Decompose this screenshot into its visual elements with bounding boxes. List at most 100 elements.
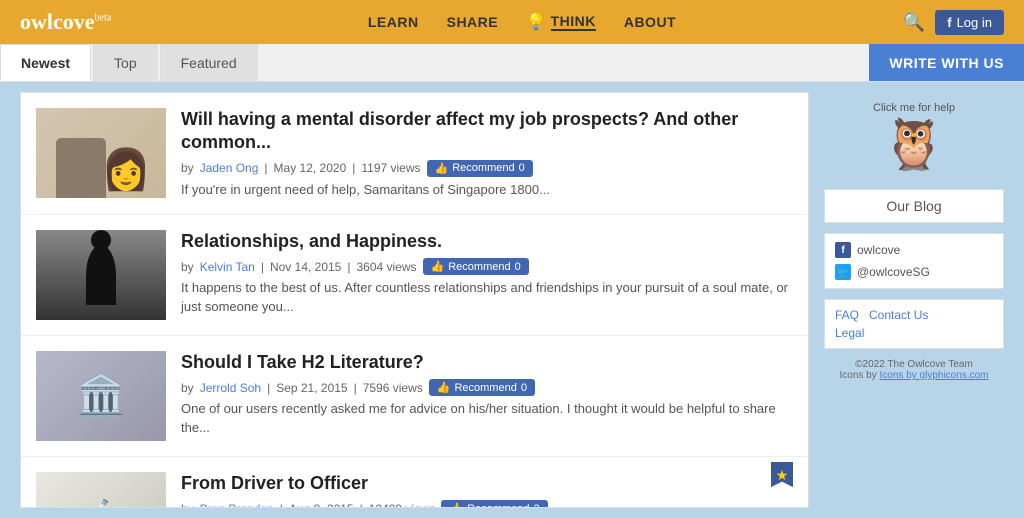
fb-recommend-button[interactable]: 👍 Recommend 2 [441, 500, 547, 508]
separator2: | [352, 161, 355, 175]
fb-recommend-button[interactable]: 👍 Recommend 0 [423, 258, 529, 275]
thumb-inner [36, 230, 166, 320]
by-label: by [181, 161, 194, 175]
separator2: | [354, 381, 357, 395]
tab-newest[interactable]: Newest [0, 44, 91, 81]
fb-recommend-count: 2 [534, 503, 540, 508]
article-date: Nov 14, 2015 [270, 260, 341, 274]
table-row: 🔬 ★ From Driver to Officer by Bran Brand… [21, 457, 808, 508]
fb-recommend-label: Recommend [448, 261, 510, 273]
facebook-handle: owlcove [857, 243, 900, 257]
facebook-icon: f [835, 242, 851, 258]
article-excerpt: It happens to the best of us. After coun… [181, 279, 793, 315]
thumb-inner: 🏛️ [36, 351, 166, 441]
logo-beta: beta [95, 13, 112, 24]
main-nav: Learn Share 💡 Think About [141, 12, 903, 32]
separator: | [264, 161, 267, 175]
article-title[interactable]: From Driver to Officer [181, 472, 793, 495]
fb-recommend-count: 0 [521, 382, 527, 394]
icons-credit: Icons by Icons by glyphicons.com [824, 370, 1004, 381]
think-icon: 💡 [526, 12, 546, 32]
article-meta: by Jaden Ong | May 12, 2020 | 1197 views… [181, 160, 793, 177]
fb-recommend-button[interactable]: 👍 Recommend 0 [427, 160, 533, 177]
twitter-link[interactable]: 🐦 @owlcoveSG [835, 264, 993, 280]
our-blog-button[interactable]: Our Blog [824, 189, 1004, 223]
article-thumbnail [36, 230, 166, 320]
separator2: | [360, 502, 363, 508]
faq-link[interactable]: FAQ [835, 308, 859, 322]
fb-recommend-label: Recommend [454, 382, 516, 394]
separator2: | [347, 260, 350, 274]
write-with-us-button[interactable]: WRITE WITH US [869, 44, 1024, 81]
tab-top[interactable]: Top [93, 44, 158, 81]
header: owlcovebeta Learn Share 💡 Think About 🔍 … [0, 0, 1024, 44]
twitter-handle: @owlcoveSG [857, 265, 930, 279]
facebook-link[interactable]: f owlcove [835, 242, 993, 258]
article-views: 1197 views [361, 161, 420, 175]
article-body: Should I Take H2 Literature? by Jerrold … [181, 351, 793, 437]
glyphicons-link[interactable]: Icons by glyphicons.com [880, 370, 989, 381]
sidebar: Click me for help 🦉 Our Blog f owlcove 🐦… [824, 92, 1004, 508]
article-body: ★ From Driver to Officer by Bran Brandon… [181, 472, 793, 508]
main-content: Will having a mental disorder affect my … [0, 82, 1024, 518]
fb-recommend-count: 0 [519, 162, 525, 174]
search-icon[interactable]: 🔍 [903, 12, 925, 33]
icons-label: Icons by [840, 370, 880, 381]
login-label: Log in [957, 15, 992, 30]
fb-recommend-count: 0 [515, 261, 521, 273]
article-author[interactable]: Bran Brandon [200, 502, 274, 508]
legal-link[interactable]: Legal [835, 326, 864, 340]
article-thumbnail [36, 108, 166, 198]
article-meta: by Bran Brandon | Aug 8, 2015 | 12499 vi… [181, 500, 793, 508]
social-links: f owlcove 🐦 @owlcoveSG [824, 233, 1004, 289]
thumb-up-icon: 👍 [435, 162, 449, 175]
by-label: by [181, 260, 194, 274]
nav-share[interactable]: Share [447, 14, 499, 30]
article-views: 12499 views [369, 502, 436, 508]
article-author[interactable]: Kelvin Tan [200, 260, 255, 274]
logo-text: owlcove [20, 9, 95, 34]
tab-featured[interactable]: Featured [160, 44, 258, 81]
article-date: May 12, 2020 [274, 161, 347, 175]
header-right: 🔍 f Log in [903, 10, 1004, 35]
thumb-up-icon: 👍 [449, 502, 463, 508]
article-body: Will having a mental disorder affect my … [181, 108, 793, 199]
by-label: by [181, 381, 194, 395]
fb-recommend-label: Recommend [452, 162, 514, 174]
fb-recommend-button[interactable]: 👍 Recommend 0 [429, 379, 535, 396]
owl-helper[interactable]: Click me for help 🦉 [824, 92, 1004, 179]
contact-link[interactable]: Contact Us [869, 308, 928, 322]
nav-learn[interactable]: Learn [368, 14, 419, 30]
by-label: by [181, 502, 194, 508]
thumb-inner: 🔬 [36, 472, 166, 508]
article-author[interactable]: Jerrold Soh [200, 381, 261, 395]
article-thumbnail: 🏛️ [36, 351, 166, 441]
owl-help-text: Click me for help [873, 102, 955, 114]
article-meta: by Jerrold Soh | Sep 21, 2015 | 7596 vie… [181, 379, 793, 396]
article-title[interactable]: Relationships, and Happiness. [181, 230, 793, 253]
login-button[interactable]: f Log in [935, 10, 1004, 35]
fb-recommend-label: Recommend [467, 503, 529, 508]
article-title[interactable]: Will having a mental disorder affect my … [181, 108, 793, 155]
article-body: Relationships, and Happiness. by Kelvin … [181, 230, 793, 316]
thumb-up-icon: 👍 [431, 260, 445, 273]
copyright-text: ©2022 The Owlcove Team [824, 359, 1004, 370]
article-views: 7596 views [363, 381, 423, 395]
article-excerpt: If you're in urgent need of help, Samari… [181, 181, 793, 199]
table-row: Will having a mental disorder affect my … [21, 93, 808, 215]
link-row-1: FAQ Contact Us [835, 308, 993, 322]
nav-about[interactable]: About [624, 14, 676, 30]
tabs-row: Newest Top Featured WRITE WITH US [0, 44, 1024, 82]
logo[interactable]: owlcovebeta [20, 9, 111, 35]
link-row-2: Legal [835, 326, 993, 340]
nav-think[interactable]: 💡 Think [526, 12, 596, 32]
article-date: Sep 21, 2015 [276, 381, 347, 395]
thumb-up-icon: 👍 [437, 381, 451, 394]
article-title[interactable]: Should I Take H2 Literature? [181, 351, 793, 374]
articles-list: Will having a mental disorder affect my … [20, 92, 809, 508]
footer-links: FAQ Contact Us Legal [824, 299, 1004, 349]
separator: | [280, 502, 283, 508]
article-views: 3604 views [356, 260, 416, 274]
article-author[interactable]: Jaden Ong [200, 161, 259, 175]
think-label: Think [551, 13, 596, 31]
